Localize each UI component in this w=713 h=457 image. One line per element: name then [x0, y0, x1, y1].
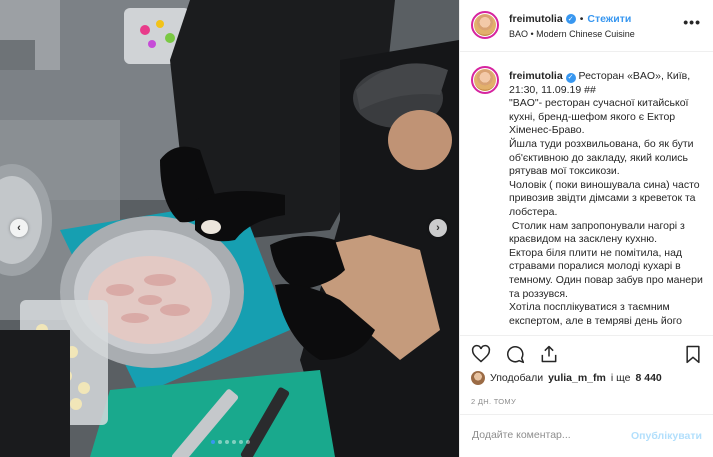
comment-input[interactable] [472, 429, 622, 441]
carousel-dot [232, 440, 236, 444]
carousel-dot [218, 440, 222, 444]
likes-summary: Уподобали yulia_m_fm і ще 8 440 [471, 371, 662, 385]
bookmark-icon[interactable] [683, 344, 703, 364]
comment-icon[interactable] [505, 344, 525, 364]
follow-button[interactable]: Стежити [587, 13, 631, 25]
action-bar [460, 335, 713, 371]
author-username[interactable]: freimutolia [509, 13, 563, 25]
verified-icon: ✓ [565, 72, 576, 83]
caption-text: freimutolia ✓ Ресторан «BAO», Київ, 21:3… [509, 70, 707, 328]
caption-body: Ресторан «BAO», Київ, 21:30, 11.09.19 ##… [509, 70, 703, 327]
carousel-indicator [211, 440, 250, 444]
liker-avatar[interactable] [471, 371, 485, 385]
location-link[interactable]: BAO • Modern Chinese Cuisine [509, 29, 635, 39]
author-line: freimutolia ✓ • Стежити [509, 13, 631, 25]
previous-slide-button[interactable]: ‹ [10, 219, 28, 237]
chevron-left-icon: ‹ [17, 222, 21, 234]
verified-icon: ✓ [565, 14, 576, 24]
heart-icon[interactable] [471, 344, 491, 364]
next-slide-button[interactable]: › [429, 219, 447, 237]
caption-avatar[interactable] [471, 66, 499, 94]
more-options-icon[interactable]: ••• [683, 14, 701, 30]
share-icon[interactable] [539, 344, 559, 364]
post-side-panel: freimutolia ✓ • Стежити BAO • Modern Chi… [459, 0, 713, 457]
author-avatar[interactable] [471, 11, 499, 39]
liker-username[interactable]: yulia_m_fm [548, 372, 606, 384]
carousel-dot [246, 440, 250, 444]
kitchen-photo [0, 0, 459, 457]
carousel-dot [239, 440, 243, 444]
post-timestamp[interactable]: 2 ДН. ТОМУ [471, 397, 516, 406]
caption-username[interactable]: freimutolia [509, 70, 563, 82]
likes-prefix: Уподобали [490, 372, 544, 384]
separator: • [579, 13, 584, 25]
caption-area: freimutolia ✓ Ресторан «BAO», Київ, 21:3… [460, 52, 713, 335]
likes-middle: і ще [610, 372, 631, 384]
post-header: freimutolia ✓ • Стежити BAO • Modern Chi… [460, 0, 713, 52]
likes-count[interactable]: 8 440 [635, 372, 661, 384]
comment-bar: Опублікувати [460, 414, 713, 457]
post-photo[interactable]: ‹ › [0, 0, 459, 457]
carousel-dot [211, 440, 215, 444]
publish-button[interactable]: Опублікувати [631, 430, 702, 442]
carousel-dot [225, 440, 229, 444]
chevron-right-icon: › [436, 222, 440, 234]
